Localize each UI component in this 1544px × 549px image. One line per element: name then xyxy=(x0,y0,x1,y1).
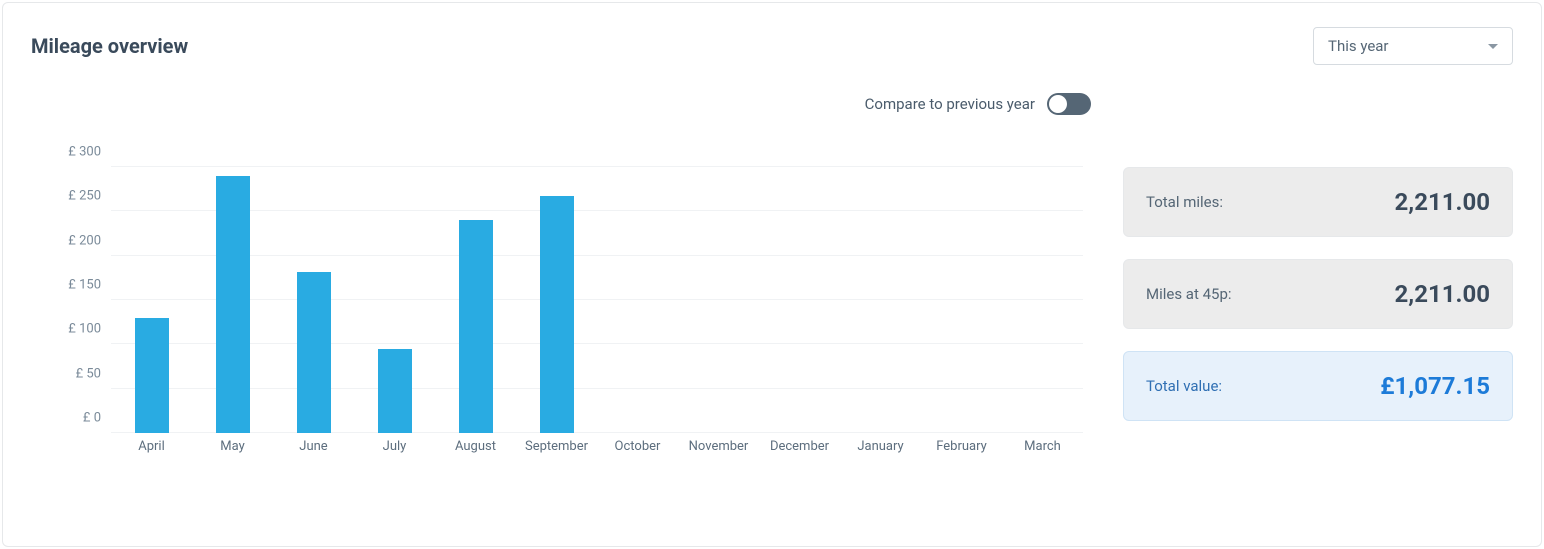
bar-august[interactable] xyxy=(459,220,493,433)
y-tick-label: £ 0 xyxy=(83,411,101,426)
stat-value: £1,077.15 xyxy=(1380,372,1490,400)
stat-value: 2,211.00 xyxy=(1395,280,1490,308)
bar-slot xyxy=(759,167,840,433)
x-tick-label: April xyxy=(111,439,192,467)
bar-slot xyxy=(354,167,435,433)
page-title: Mileage overview xyxy=(31,34,188,58)
stat-label: Total miles: xyxy=(1146,193,1223,211)
x-tick-label: October xyxy=(597,439,678,467)
bar-slot xyxy=(1002,167,1083,433)
x-tick-label: September xyxy=(516,439,597,467)
stats-column: Total miles: 2,211.00 Miles at 45p: 2,211.0… xyxy=(1123,167,1513,421)
y-tick-label: £ 150 xyxy=(68,278,101,293)
bar-slot xyxy=(273,167,354,433)
bar-slot xyxy=(840,167,921,433)
content-row: £ 0£ 50£ 100£ 150£ 200£ 250£ 300 AprilMa… xyxy=(31,167,1513,467)
bar-slot xyxy=(921,167,1002,433)
x-tick-label: November xyxy=(678,439,759,467)
compare-row: Compare to previous year xyxy=(31,93,1091,115)
y-tick-label: £ 300 xyxy=(68,145,101,160)
y-tick-label: £ 200 xyxy=(68,233,101,248)
stat-box-2: Total value: £1,077.15 xyxy=(1123,351,1513,421)
period-dropdown-label: This year xyxy=(1328,37,1389,55)
bar-slot xyxy=(516,167,597,433)
stat-value: 2,211.00 xyxy=(1395,188,1490,216)
y-tick-label: £ 100 xyxy=(68,322,101,337)
bar-july[interactable] xyxy=(378,349,412,433)
chevron-down-icon xyxy=(1488,44,1498,49)
x-tick-label: December xyxy=(759,439,840,467)
bar-slot xyxy=(678,167,759,433)
bar-september[interactable] xyxy=(540,196,574,433)
bar-slot xyxy=(192,167,273,433)
bar-slot xyxy=(597,167,678,433)
stat-box-0: Total miles: 2,211.00 xyxy=(1123,167,1513,237)
bar-slot xyxy=(111,167,192,433)
x-tick-label: February xyxy=(921,439,1002,467)
bars-row xyxy=(111,167,1083,433)
compare-toggle[interactable] xyxy=(1047,93,1091,115)
x-tick-label: July xyxy=(354,439,435,467)
x-tick-label: August xyxy=(435,439,516,467)
stat-label: Total value: xyxy=(1146,377,1222,395)
y-tick-label: £ 50 xyxy=(76,366,101,381)
bar-april[interactable] xyxy=(135,318,169,433)
stat-box-1: Miles at 45p: 2,211.00 xyxy=(1123,259,1513,329)
mileage-overview-card: Mileage overview This year Compare to pr… xyxy=(2,2,1542,547)
bar-slot xyxy=(435,167,516,433)
stat-label: Miles at 45p: xyxy=(1146,285,1232,303)
header-row: Mileage overview This year xyxy=(31,27,1513,65)
bar-may[interactable] xyxy=(216,176,250,433)
mileage-bar-chart: £ 0£ 50£ 100£ 150£ 200£ 250£ 300 AprilMa… xyxy=(31,167,1083,467)
compare-label: Compare to previous year xyxy=(865,95,1035,113)
y-tick-label: £ 250 xyxy=(68,189,101,204)
period-dropdown[interactable]: This year xyxy=(1313,27,1513,65)
x-tick-label: May xyxy=(192,439,273,467)
x-tick-label: June xyxy=(273,439,354,467)
x-tick-label: March xyxy=(1002,439,1083,467)
toggle-knob xyxy=(1049,95,1067,113)
x-tick-label: January xyxy=(840,439,921,467)
bar-june[interactable] xyxy=(297,272,331,433)
